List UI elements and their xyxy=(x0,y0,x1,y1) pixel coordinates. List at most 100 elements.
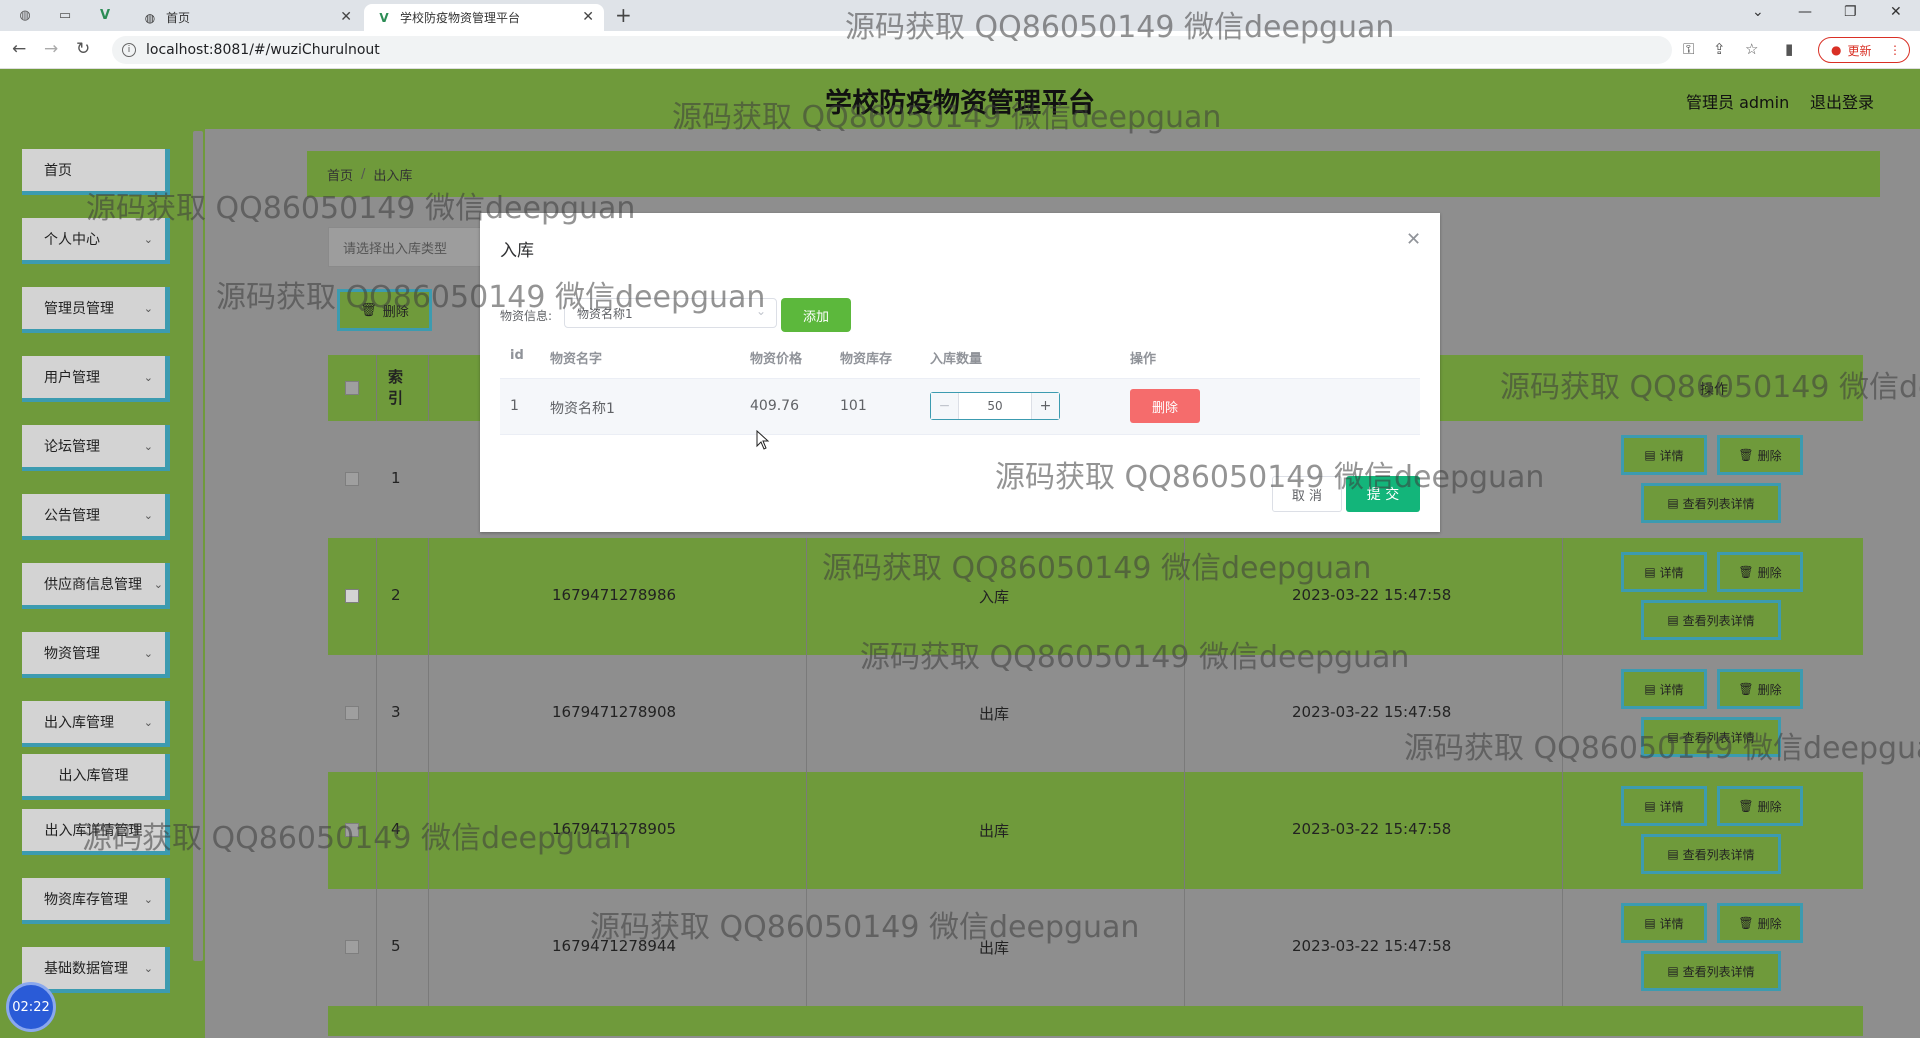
button-label: 查看列表详情 xyxy=(1682,964,1755,979)
sidebar-item-label: 物资管理 xyxy=(44,646,100,662)
inout-type-select[interactable]: 请选择出入库类型 xyxy=(328,227,488,267)
divider xyxy=(1184,889,1185,1006)
sidebar-item-forum[interactable]: 论坛管理 ⌄ xyxy=(22,425,170,471)
delete-button[interactable]: 🗑 删除 xyxy=(1717,669,1803,709)
detail-button[interactable]: ▤ 详情 xyxy=(1621,435,1707,475)
divider xyxy=(428,655,429,772)
delete-button[interactable]: 🗑 删除 xyxy=(1717,786,1803,826)
sidebar-item-users[interactable]: 用户管理 ⌄ xyxy=(22,356,170,402)
detail-button[interactable]: ▤ 详情 xyxy=(1621,903,1707,943)
tab-search-icon[interactable]: ⌄ xyxy=(1752,4,1764,20)
chevron-down-icon: ⌄ xyxy=(143,301,153,315)
row-checkbox[interactable] xyxy=(345,940,359,954)
url-field[interactable]: i localhost:8081/#/wuziChurulnout xyxy=(112,36,1672,64)
restore-icon[interactable]: ❐ xyxy=(1844,4,1857,20)
select-all-checkbox[interactable] xyxy=(345,381,359,395)
list-detail-button[interactable]: ▤ 查看列表详情 xyxy=(1641,951,1781,991)
sidebar-subitem-inout[interactable]: 出入库管理 xyxy=(22,754,170,800)
sidebar-item-personal[interactable]: 个人中心 ⌄ xyxy=(22,218,170,264)
sidebar-item-label: 出入库详情管理 xyxy=(44,823,143,839)
button-label: 详情 xyxy=(1659,682,1684,697)
vue-logo-icon[interactable]: V xyxy=(96,6,114,24)
update-button[interactable]: ● 更新 ⋮ xyxy=(1818,37,1910,63)
site-info-icon[interactable]: i xyxy=(122,43,136,57)
sidebar-item-label: 出入库管理 xyxy=(58,768,129,784)
sidebar-item-supplier[interactable]: 供应商信息管理 ⌄ xyxy=(22,563,170,609)
close-icon[interactable]: ✕ xyxy=(1406,229,1421,250)
divider xyxy=(1184,538,1185,655)
sidebar-item-inout[interactable]: 出入库管理 ⌄ xyxy=(22,701,170,747)
star-icon[interactable]: ☆ xyxy=(1745,40,1758,58)
logout-link[interactable]: 退出登录 xyxy=(1810,89,1874,113)
add-button[interactable]: 添加 xyxy=(781,298,851,332)
document-icon: ▤ xyxy=(1667,964,1679,978)
button-label: 详情 xyxy=(1659,448,1684,463)
sidebar-item-stock[interactable]: 物资库存管理 ⌄ xyxy=(22,878,170,924)
row-index: 4 xyxy=(391,820,401,838)
inbound-dialog: 入库 ✕ 物资信息: 物资名称1 ⌄ 添加 id 物资名字 物资价格 物资库存 … xyxy=(480,213,1440,532)
list-detail-button[interactable]: ▤ 查看列表详情 xyxy=(1641,483,1781,523)
sidebar-scrollbar[interactable] xyxy=(193,131,203,961)
share-icon[interactable]: ⇪ xyxy=(1713,40,1726,58)
row-checkbox[interactable] xyxy=(345,823,359,837)
row-checkbox[interactable] xyxy=(345,589,359,603)
table-row: 3 1679471278908 出库 2023-03-22 15:47:58 ▤… xyxy=(328,655,1863,772)
detail-button[interactable]: ▤ 详情 xyxy=(1621,786,1707,826)
list-detail-button[interactable]: ▤ 查看列表详情 xyxy=(1641,600,1781,640)
side-panel-icon[interactable]: ▮ xyxy=(1785,40,1793,58)
sidebar-subitem-inout-detail[interactable]: 出入库详情管理 xyxy=(22,809,170,855)
button-label: 查看列表详情 xyxy=(1682,847,1755,862)
sidebar-item-home[interactable]: 首页 xyxy=(22,149,170,195)
window-close-icon[interactable]: ✕ xyxy=(1890,4,1902,20)
row-checkbox[interactable] xyxy=(345,472,359,486)
globe-icon[interactable]: ◍ xyxy=(16,6,34,24)
reload-icon[interactable]: ↻ xyxy=(76,39,90,59)
delete-button[interactable]: 🗑 删除 xyxy=(1717,435,1803,475)
new-tab-button[interactable]: + xyxy=(615,3,632,27)
blank-page-icon[interactable]: ▭ xyxy=(56,6,74,24)
back-icon[interactable]: ← xyxy=(12,39,26,59)
document-icon: ▤ xyxy=(1667,730,1679,744)
close-icon[interactable]: ✕ xyxy=(582,9,594,25)
row-checkbox[interactable] xyxy=(345,706,359,720)
divider xyxy=(1562,538,1563,655)
quantity-input[interactable]: 50 xyxy=(959,393,1031,419)
admin-label: 管理员 admin xyxy=(1686,93,1790,112)
dialog-title: 入库 xyxy=(500,241,534,261)
cancel-button[interactable]: 取 消 xyxy=(1272,476,1342,512)
delete-button[interactable]: 🗑 删除 xyxy=(1717,552,1803,592)
divider xyxy=(428,355,429,421)
goods-label: 物资信息: xyxy=(500,309,553,323)
detail-button[interactable]: ▤ 详情 xyxy=(1621,669,1707,709)
table-row: 4 1679471278905 出库 2023-03-22 15:47:58 ▤… xyxy=(328,772,1863,889)
app-title: 学校防疫物资管理平台 xyxy=(825,88,1095,119)
tab-home[interactable]: ◍ 首页 ✕ xyxy=(130,4,362,31)
document-icon: ▤ xyxy=(1667,847,1679,861)
minimize-icon[interactable]: — xyxy=(1798,4,1812,20)
row-delete-button[interactable]: 删除 xyxy=(1130,389,1200,423)
sidebar-item-goods[interactable]: 物资管理 ⌄ xyxy=(22,632,170,678)
key-icon[interactable]: ⚿ xyxy=(1683,40,1694,58)
batch-delete-button[interactable]: 🗑 删除 xyxy=(337,289,432,331)
address-bar-row: ← → ↻ i localhost:8081/#/wuziChurulnout … xyxy=(0,31,1920,69)
breadcrumb-home[interactable]: 首页 xyxy=(327,165,353,184)
sidebar-item-notice[interactable]: 公告管理 ⌄ xyxy=(22,494,170,540)
trash-icon: 🗑 xyxy=(1738,682,1754,696)
timer-badge[interactable]: 02:22 xyxy=(6,982,56,1032)
list-detail-button[interactable]: ▤ 查看列表详情 xyxy=(1641,717,1781,757)
goods-select[interactable]: 物资名称1 ⌄ xyxy=(564,298,777,328)
sidebar-item-admins[interactable]: 管理员管理 ⌄ xyxy=(22,287,170,333)
submit-button[interactable]: 提 交 xyxy=(1346,476,1420,512)
forward-icon[interactable]: → xyxy=(44,39,58,59)
detail-button[interactable]: ▤ 详情 xyxy=(1621,552,1707,592)
chevron-down-icon: ⌄ xyxy=(143,508,153,522)
plus-icon[interactable]: + xyxy=(1031,393,1059,419)
delete-button[interactable]: 🗑 删除 xyxy=(1717,903,1803,943)
divider xyxy=(376,355,377,421)
tab-platform[interactable]: V 学校防疫物资管理平台 ✕ xyxy=(364,4,604,31)
update-label: 更新 xyxy=(1847,43,1872,58)
list-detail-button[interactable]: ▤ 查看列表详情 xyxy=(1641,834,1781,874)
close-icon[interactable]: ✕ xyxy=(340,9,352,25)
minus-icon[interactable]: − xyxy=(931,393,959,419)
column-header: 操作 xyxy=(1130,352,1157,367)
